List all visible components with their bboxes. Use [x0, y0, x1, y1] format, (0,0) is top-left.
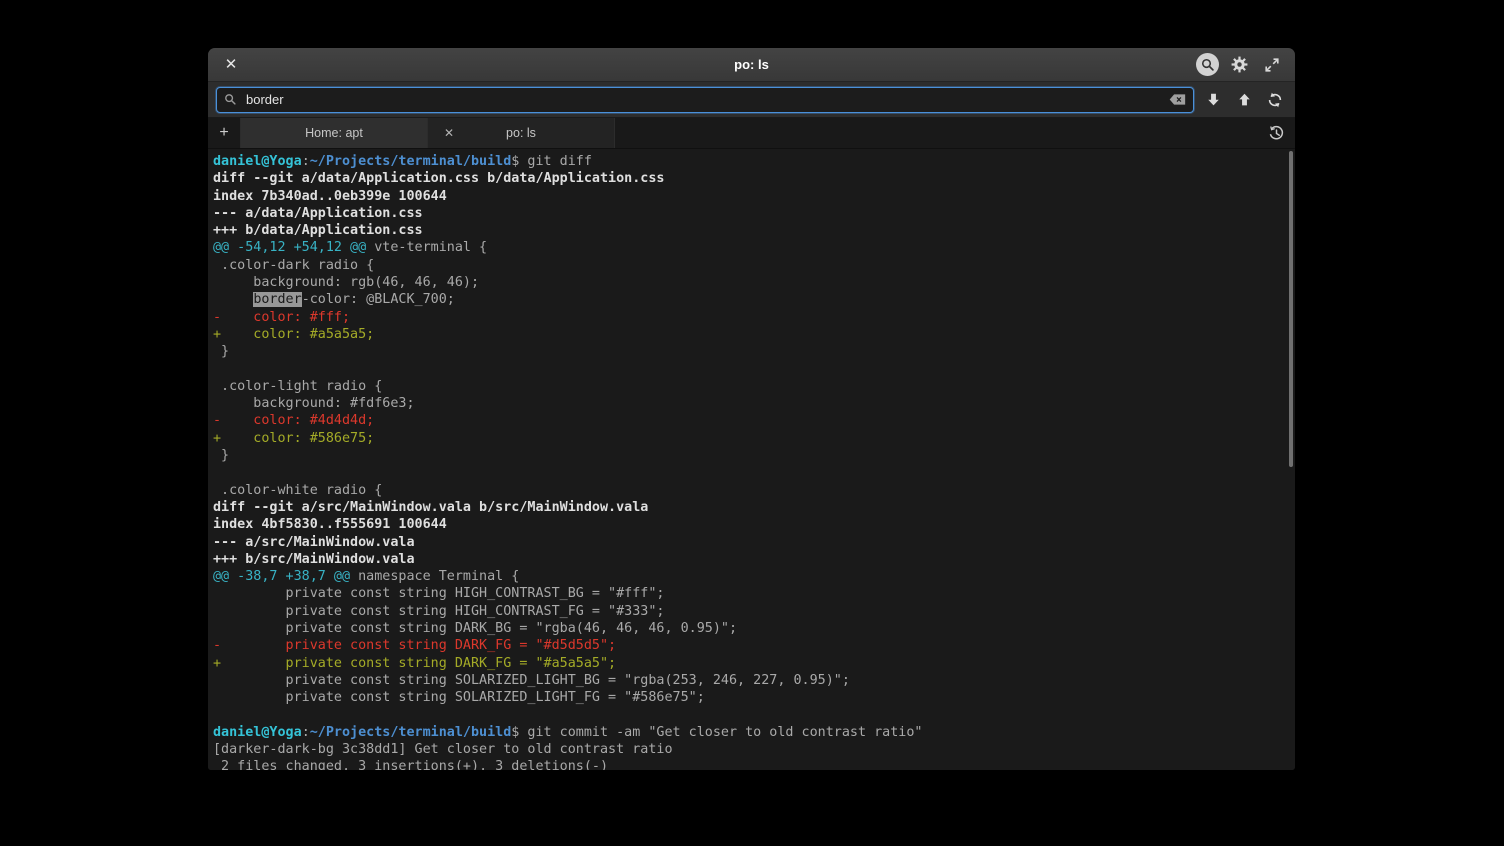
terminal-line: [darker-dark-bg 3c38dd1] Get closer to o… [213, 741, 1285, 758]
terminal-line: private const string HIGH_CONTRAST_BG = … [213, 585, 1285, 602]
terminal-line: private const string SOLARIZED_LIGHT_BG … [213, 672, 1285, 689]
terminal-line: diff --git a/data/Application.css b/data… [213, 170, 1285, 187]
tab-history-button[interactable] [1257, 118, 1295, 148]
terminal-line: + color: #586e75; [213, 430, 1285, 447]
search-toggle-button[interactable] [1196, 53, 1219, 76]
search-entry-magnifier-icon [224, 93, 237, 106]
terminal-window: ✕ po: ls [208, 48, 1295, 770]
terminal-line: + color: #a5a5a5; [213, 326, 1285, 343]
terminal-line [213, 464, 1285, 481]
search-icon [1201, 58, 1215, 72]
plus-icon: + [219, 124, 228, 142]
gear-icon [1230, 55, 1249, 74]
terminal-line: private const string DARK_BG = "rgba(46,… [213, 620, 1285, 637]
terminal-line: --- a/data/Application.css [213, 205, 1285, 222]
terminal-line: diff --git a/src/MainWindow.vala b/src/M… [213, 499, 1285, 516]
terminal-line: border-color: @BLACK_700; [213, 291, 1285, 308]
terminal-line: background: rgb(46, 46, 46); [213, 274, 1285, 291]
tab-label: Home: apt [305, 126, 363, 140]
history-clock-icon [1268, 125, 1285, 142]
fullscreen-icon [1264, 57, 1280, 73]
terminal-line: +++ b/data/Application.css [213, 222, 1285, 239]
clear-search-button[interactable] [1169, 93, 1186, 106]
cycle-arrows-icon [1267, 92, 1283, 108]
terminal-line: 2 files changed, 3 insertions(+), 3 dele… [213, 758, 1285, 770]
terminal-line: private const string SOLARIZED_LIGHT_FG … [213, 689, 1285, 706]
terminal-line: +++ b/src/MainWindow.vala [213, 551, 1285, 568]
terminal-line: @@ -38,7 +38,7 @@ namespace Terminal { [213, 568, 1285, 585]
find-next-button[interactable] [1201, 88, 1225, 112]
terminal-line: daniel@Yoga:~/Projects/terminal/build$ g… [213, 153, 1285, 170]
titlebar-actions [1196, 53, 1283, 76]
terminal-line: - private const string DARK_FG = "#d5d5d… [213, 637, 1285, 654]
window-close-button[interactable]: ✕ [220, 54, 242, 76]
terminal-line: - color: #fff; [213, 309, 1285, 326]
window-title: po: ls [208, 57, 1295, 72]
new-tab-button[interactable]: + [208, 118, 241, 148]
terminal-line: .color-light radio { [213, 378, 1285, 395]
tab-label: po: ls [506, 126, 536, 140]
tab-close-button[interactable]: ✕ [438, 118, 460, 148]
scrollbar-thumb[interactable] [1289, 151, 1293, 467]
terminal-line [213, 707, 1285, 724]
find-previous-button[interactable] [1232, 88, 1256, 112]
arrow-down-icon [1206, 92, 1221, 107]
terminal-line: background: #fdf6e3; [213, 395, 1285, 412]
arrow-up-icon [1237, 92, 1252, 107]
terminal-output: daniel@Yoga:~/Projects/terminal/build$ g… [213, 153, 1285, 770]
terminal[interactable]: daniel@Yoga:~/Projects/terminal/build$ g… [208, 149, 1295, 770]
terminal-line: @@ -54,12 +54,12 @@ vte-terminal { [213, 239, 1285, 256]
terminal-line [213, 361, 1285, 378]
settings-button[interactable] [1228, 53, 1251, 76]
tab-home-apt[interactable]: Home: apt [241, 118, 428, 148]
terminal-line: .color-white radio { [213, 482, 1285, 499]
window-close-icon: ✕ [225, 57, 238, 72]
terminal-line: .color-dark radio { [213, 257, 1285, 274]
terminal-line: - color: #4d4d4d; [213, 412, 1285, 429]
terminal-line: index 4bf5830..f555691 100644 [213, 516, 1285, 533]
tab-bar: + Home: apt ✕ po: ls [208, 118, 1295, 149]
terminal-line: + private const string DARK_FG = "#a5a5a… [213, 655, 1285, 672]
fullscreen-button[interactable] [1260, 53, 1283, 76]
search-input[interactable] [244, 91, 1162, 108]
terminal-line: daniel@Yoga:~/Projects/terminal/build$ g… [213, 724, 1285, 741]
tab-close-icon: ✕ [444, 126, 454, 140]
terminal-line: } [213, 343, 1285, 360]
tab-po-ls[interactable]: ✕ po: ls [428, 118, 615, 148]
search-entry[interactable] [216, 87, 1194, 113]
titlebar: ✕ po: ls [208, 48, 1295, 82]
wrap-search-button[interactable] [1263, 88, 1287, 112]
terminal-line: private const string HIGH_CONTRAST_FG = … [213, 603, 1285, 620]
terminal-line: --- a/src/MainWindow.vala [213, 534, 1285, 551]
terminal-line: index 7b340ad..0eb399e 100644 [213, 188, 1285, 205]
search-bar [208, 82, 1295, 118]
terminal-line: } [213, 447, 1285, 464]
